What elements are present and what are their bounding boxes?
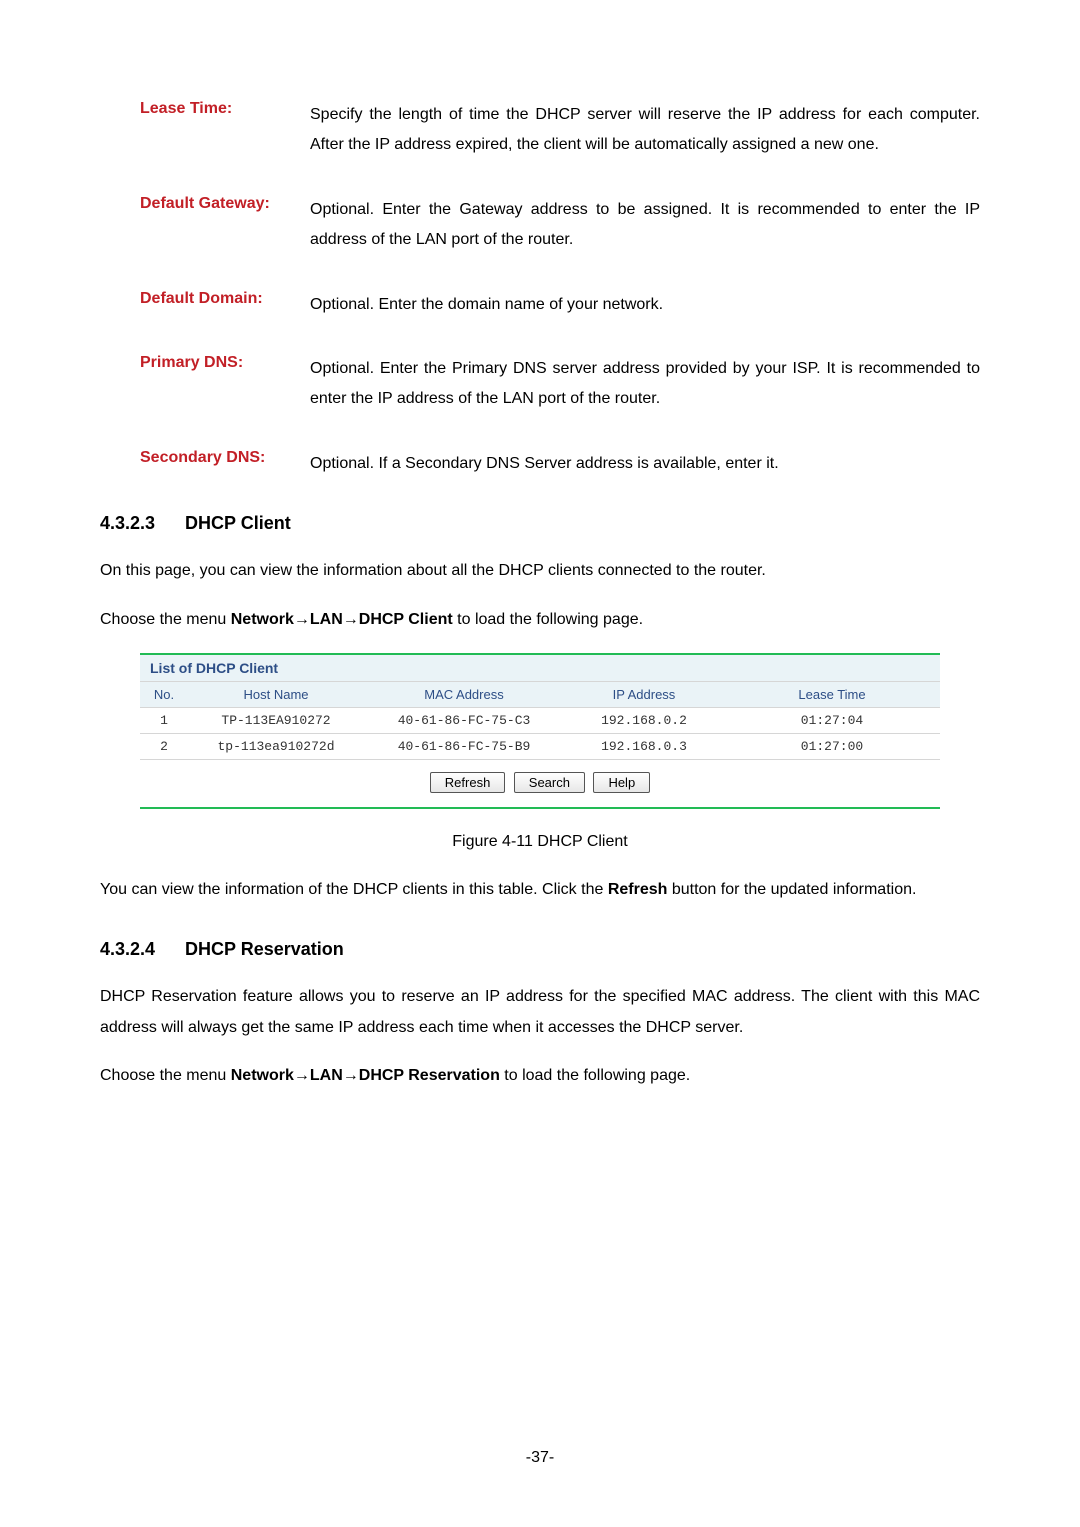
page-number: -37-: [0, 1449, 1080, 1467]
desc-default-domain: Optional. Enter the domain name of your …: [310, 290, 980, 320]
cell-host: tp-113ea910272d: [188, 733, 364, 759]
col-ip: IP Address: [564, 682, 724, 708]
col-mac: MAC Address: [364, 682, 564, 708]
cell-no: 1: [140, 707, 188, 733]
outro-text-2: button for the updated information.: [667, 881, 916, 898]
desc-default-gateway: Optional. Enter the Gateway address to b…: [310, 195, 980, 256]
heading-dhcp-reservation: 4.3.2.4 DHCP Reservation: [100, 939, 980, 960]
term-default-domain: Default Domain:: [100, 290, 310, 320]
cell-lease: 01:27:00: [724, 733, 940, 759]
heading-num: 4.3.2.4: [100, 939, 155, 959]
menu-path: Network→LAN→DHCP Reservation: [231, 1067, 500, 1084]
outro-bold: Refresh: [608, 881, 668, 898]
term-primary-dns: Primary DNS:: [100, 354, 310, 415]
table-row: 2 tp-113ea910272d 40-61-86-FC-75-B9 192.…: [140, 733, 940, 759]
desc-lease-time: Specify the length of time the DHCP serv…: [310, 100, 980, 161]
cell-lease: 01:27:04: [724, 707, 940, 733]
figure-caption: Figure 4-11 DHCP Client: [100, 833, 980, 851]
cell-ip: 192.168.0.2: [564, 707, 724, 733]
cell-no: 2: [140, 733, 188, 759]
term-lease-time: Lease Time:: [100, 100, 310, 161]
menu-prefix: Choose the menu: [100, 1067, 231, 1084]
dhcp-client-table: List of DHCP Client No. Host Name MAC Ad…: [140, 653, 940, 809]
cell-host: TP-113EA910272: [188, 707, 364, 733]
desc-secondary-dns: Optional. If a Secondary DNS Server addr…: [310, 449, 980, 479]
heading-num: 4.3.2.3: [100, 513, 155, 533]
col-host: Host Name: [188, 682, 364, 708]
table-title: List of DHCP Client: [140, 655, 940, 682]
dhcp-client-outro: You can view the information of the DHCP…: [100, 875, 980, 905]
menu-suffix: to load the following page.: [453, 611, 643, 628]
dhcp-client-intro: On this page, you can view the informati…: [100, 556, 980, 586]
col-no: No.: [140, 682, 188, 708]
refresh-button[interactable]: Refresh: [430, 772, 506, 793]
table-row: 1 TP-113EA910272 40-61-86-FC-75-C3 192.1…: [140, 707, 940, 733]
heading-dhcp-client: 4.3.2.3 DHCP Client: [100, 513, 980, 534]
menu-suffix: to load the following page.: [500, 1067, 690, 1084]
search-button[interactable]: Search: [514, 772, 585, 793]
help-button[interactable]: Help: [593, 772, 650, 793]
desc-primary-dns: Optional. Enter the Primary DNS server a…: [310, 354, 980, 415]
cell-ip: 192.168.0.3: [564, 733, 724, 759]
dhcp-reservation-para: DHCP Reservation feature allows you to r…: [100, 982, 980, 1043]
dhcp-client-menu: Choose the menu Network→LAN→DHCP Client …: [100, 605, 980, 635]
button-row: Refresh Search Help: [140, 760, 940, 793]
menu-prefix: Choose the menu: [100, 611, 231, 628]
heading-title: DHCP Reservation: [185, 939, 344, 959]
cell-mac: 40-61-86-FC-75-C3: [364, 707, 564, 733]
dhcp-reservation-menu: Choose the menu Network→LAN→DHCP Reserva…: [100, 1061, 980, 1091]
menu-path: Network→LAN→DHCP Client: [231, 611, 453, 628]
term-default-gateway: Default Gateway:: [100, 195, 310, 256]
outro-text-1: You can view the information of the DHCP…: [100, 881, 608, 898]
col-lease: Lease Time: [724, 682, 940, 708]
cell-mac: 40-61-86-FC-75-B9: [364, 733, 564, 759]
term-secondary-dns: Secondary DNS:: [100, 449, 310, 479]
heading-title: DHCP Client: [185, 513, 291, 533]
